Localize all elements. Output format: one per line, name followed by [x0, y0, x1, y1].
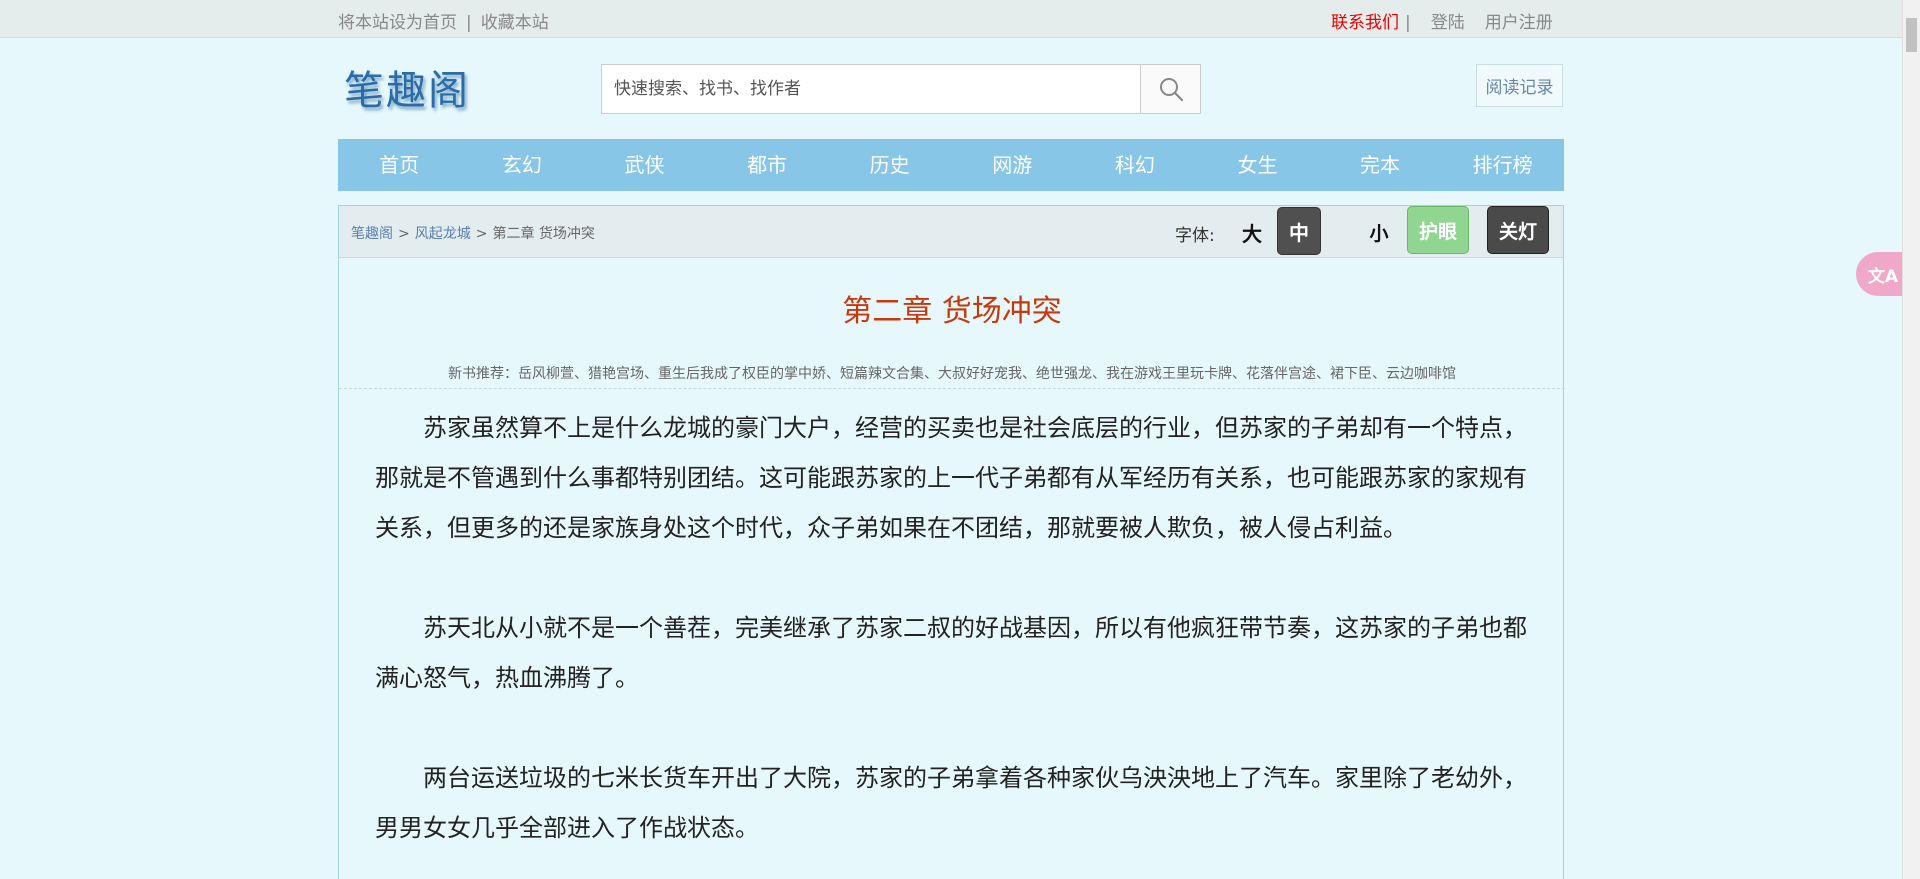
- search-box: [601, 64, 1201, 114]
- translate-icon: 文A: [1867, 266, 1899, 287]
- top-left-links: 将本站设为首页 | 收藏本站: [338, 8, 549, 33]
- font-size-label: 字体:: [1175, 226, 1215, 246]
- content-paragraph: 两台运送垃圾的七米长货车开出了大院，苏家的子弟拿着各种家伙乌泱泱地上了汽车。家里…: [375, 764, 1527, 842]
- chapter-content: 苏家虽然算不上是什么龙城的豪门大户，经营的买卖也是社会底层的行业，但苏家的子弟却…: [375, 403, 1527, 879]
- font-big-button[interactable]: 大: [1230, 208, 1274, 256]
- nav-item-dushi[interactable]: 都市: [706, 139, 829, 191]
- page-scrollbar[interactable]: [1902, 0, 1920, 879]
- eye-care-button[interactable]: 护眼: [1407, 206, 1469, 254]
- lights-off-button[interactable]: 关灯: [1487, 206, 1549, 254]
- search-input[interactable]: [602, 65, 1140, 113]
- nav-item-wangyou[interactable]: 网游: [951, 139, 1074, 191]
- divider: [339, 388, 1565, 389]
- search-button[interactable]: [1140, 65, 1200, 113]
- chapter-title: 第二章 货场冲突: [842, 294, 1062, 329]
- nav-item-kehuan[interactable]: 科幻: [1074, 139, 1197, 191]
- reading-history-button[interactable]: 阅读记录: [1476, 64, 1563, 107]
- contact-separator: |: [1405, 13, 1411, 33]
- top-right-links: 联系我们 | 登陆 用户注册: [1331, 8, 1553, 33]
- search-icon: [1159, 78, 1183, 102]
- top-separator: |: [466, 13, 472, 33]
- breadcrumb-site[interactable]: 笔趣阁: [351, 226, 393, 242]
- top-bar: 将本站设为首页 | 收藏本站 联系我们 | 登陆 用户注册: [0, 0, 1920, 38]
- register-link[interactable]: 用户注册: [1485, 13, 1553, 33]
- breadcrumb: 笔趣阁 > 风起龙城 > 第二章 货场冲突: [351, 223, 595, 243]
- nav-item-home[interactable]: 首页: [338, 139, 461, 191]
- login-link[interactable]: 登陆: [1431, 13, 1465, 33]
- nav-item-paihang[interactable]: 排行榜: [1441, 139, 1564, 191]
- new-book-recommend[interactable]: 新书推荐：岳风柳萱、猎艳宫场、重生后我成了权臣的掌中娇、短篇辣文合集、大叔好好宠…: [339, 363, 1565, 383]
- nav-item-lishi[interactable]: 历史: [828, 139, 951, 191]
- main-nav: 首页 玄幻 武侠 都市 历史 网游 科幻 女生 完本 排行榜: [338, 139, 1564, 191]
- content-paragraph: 苏家虽然算不上是什么龙城的豪门大户，经营的买卖也是社会底层的行业，但苏家的子弟却…: [375, 414, 1527, 542]
- breadcrumb-gt-1: >: [398, 226, 410, 242]
- reader-toolbar: 笔趣阁 > 风起龙城 > 第二章 货场冲突 字体: 大 中 小 护眼 关灯: [339, 206, 1563, 258]
- content-paragraph: 苏天北从小就不是一个善茬，完美继承了苏家二叔的好战基因，所以有他疯狂带节奏，这苏…: [375, 614, 1527, 692]
- breadcrumb-book[interactable]: 风起龙城: [415, 226, 471, 242]
- reader-panel: 笔趣阁 > 风起龙城 > 第二章 货场冲突 字体: 大 中 小 护眼 关灯 第二章 货场…: [338, 205, 1565, 879]
- breadcrumb-chapter: 第二章 货场冲突: [492, 226, 595, 242]
- site-logo[interactable]: 笔趣阁: [344, 58, 470, 116]
- font-small-button[interactable]: 小: [1357, 208, 1401, 256]
- nav-item-wuxia[interactable]: 武侠: [583, 139, 706, 191]
- font-medium-button[interactable]: 中: [1277, 207, 1321, 255]
- nav-item-nvsheng[interactable]: 女生: [1196, 139, 1319, 191]
- contact-link[interactable]: 联系我们: [1331, 13, 1399, 33]
- set-home-link[interactable]: 将本站设为首页: [338, 13, 457, 33]
- scrollbar-thumb[interactable]: [1906, 18, 1917, 52]
- nav-item-xuanhuan[interactable]: 玄幻: [461, 139, 584, 191]
- breadcrumb-gt-2: >: [475, 226, 488, 242]
- bookmark-link[interactable]: 收藏本站: [481, 13, 549, 33]
- nav-item-wanben[interactable]: 完本: [1319, 139, 1442, 191]
